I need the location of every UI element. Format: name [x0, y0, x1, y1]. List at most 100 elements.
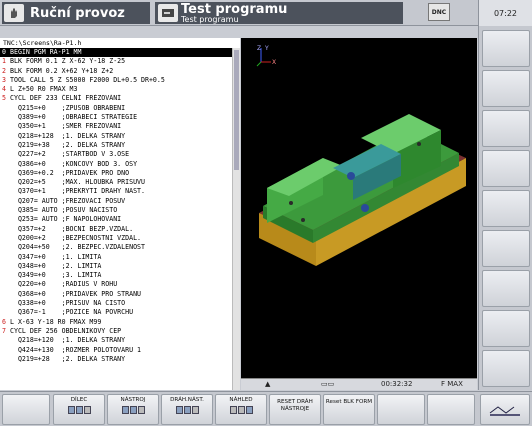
side-softkey-5[interactable] [482, 190, 530, 227]
scrollbar-thumb[interactable] [234, 50, 239, 170]
program-line[interactable]: Q367=-1 ;POZICE NA POVRCHU [0, 308, 232, 317]
line-code: TOOL CALL 5 Z S5000 F2000 DL+0.5 DR+0.5 [10, 75, 165, 84]
program-line[interactable]: Q386=+0 ;KONCOVY BOD 3. OSY [0, 160, 232, 169]
program-line[interactable]: 2 BLK FORM 0.2 X+62 Y+18 Z+2 [0, 67, 232, 76]
softkey-bar: DÍLEC NÁSTROJ DRÁH.NÁST. NÁHLED RESET DR… [0, 391, 532, 426]
side-softkey-7[interactable] [482, 270, 530, 307]
line-code: Q367=-1 ;POZICE NA POVRCHU [10, 308, 134, 317]
line-code: Q204=+50 ;2. BEZPEC.VZDALENOST [10, 243, 145, 252]
program-line[interactable]: Q338=+0 ;PRISUV NA CISTO [0, 299, 232, 308]
softkey-reset-drah-label: RESET DRÁH NÁSTROJE [277, 399, 313, 412]
program-line[interactable]: Q357=+2 ;BOCNI BEZP.VZDAL. [0, 225, 232, 234]
side-softkey-6[interactable] [482, 230, 530, 267]
line-code: CYCL DEF 256 OBDELNIKOVY CEP [10, 326, 122, 335]
side-softkey-3[interactable] [482, 110, 530, 147]
preview-icon [216, 406, 266, 414]
program-line[interactable]: Q220=+0 ;RADIUS V ROHU [0, 280, 232, 289]
line-number: 1 [2, 57, 6, 66]
side-softkey-8[interactable] [482, 310, 530, 347]
line-code: Q369=+0.2 ;PRIDAVEK PRO DNO [10, 168, 130, 177]
program-line[interactable]: 6 L X-63 Y-18 R0 FMAX M99 [0, 318, 232, 327]
program-line[interactable]: Q219=+38 ;2. DELKA STRANY [0, 141, 232, 150]
program-line[interactable]: Q202=+5 ;MAX. HLOUBKA PRISUVU [0, 178, 232, 187]
view-icon: ▲ [265, 380, 271, 388]
program-line[interactable]: Q227=+2 ;STARTBOD V 3.OSE [0, 150, 232, 159]
program-line[interactable]: 1 BLK FORM 0.1 Z X-62 Y-18 Z-25 [0, 57, 232, 66]
mode-manual[interactable]: Ruční provoz [2, 2, 150, 24]
clock: 07:22 [478, 0, 532, 26]
program-line[interactable]: Q348=+0 ;2. LIMITA [0, 262, 232, 271]
program-line[interactable]: Q200=+2 ;BEZPECNOSTNI VZDAL. [0, 234, 232, 243]
line-code: Q349=+0 ;3. LIMITA [10, 271, 102, 280]
program-line[interactable]: Q219=+28 ;2. DELKA STRANY [0, 355, 232, 364]
line-code: Q253= AUTO ;F NAPOLOHOVANI [10, 215, 122, 224]
line-code: Q368=+0 ;PRIDAVEK PRO STRANU [10, 289, 142, 298]
workpiece-3d [259, 114, 466, 266]
line-code: Q219=+28 ;2. DELKA STRANY [10, 354, 126, 363]
line-code: Q219=+38 ;2. DELKA STRANY [10, 140, 126, 149]
line-code: Q350=+1 ;SMER FREZOVANI [10, 122, 122, 131]
program-line[interactable]: Q215=+0 ;ZPUSOB OBRABENI [0, 104, 232, 113]
mode-test[interactable]: Test programu Test programu [155, 2, 403, 24]
softkey-dilec-label: DÍLEC [70, 397, 88, 403]
line-code: Q347=+0 ;1. LIMITA [10, 252, 102, 261]
softkey-reset-blk[interactable]: Reset BLK FORM [323, 394, 375, 425]
softkey-empty-1[interactable] [2, 394, 50, 425]
softkey-switch-row[interactable] [480, 394, 530, 425]
program-listing[interactable]: 0 BEGIN PGM RA-P1 MM 1 BLK FORM 0.1 Z X-62 … [0, 48, 232, 390]
line-code: Q218=+120 ;1. DELKA STRANY [10, 336, 126, 345]
program-line[interactable]: Q368=+0 ;PRIDAVEK PRO STRANU [0, 290, 232, 299]
line-code: L Z+50 R0 FMAX M3 [10, 85, 78, 94]
svg-text:X: X [272, 59, 276, 66]
program-line[interactable]: 3 TOOL CALL 5 Z S5000 F2000 DL+0.5 DR+0.5 [0, 76, 232, 85]
program-line[interactable]: Q424=+130 ;ROZMER POLOTOVARU 1 [0, 346, 232, 355]
softkey-empty-8[interactable] [427, 394, 475, 425]
svg-text:Z: Z [257, 45, 261, 52]
softkey-nahled[interactable]: NÁHLED [215, 394, 267, 425]
side-softkey-1[interactable] [482, 30, 530, 67]
program-line[interactable]: Q207= AUTO ;FREZOVACI POSUV [0, 197, 232, 206]
program-line[interactable]: Q347=+0 ;1. LIMITA [0, 253, 232, 262]
tool-icon [108, 406, 158, 414]
program-line[interactable]: Q389=+0 ;OBRABECI STRATEGIE [0, 113, 232, 122]
line-code: CYCL DEF 233 ČELNÍ FRÉZOVÁNÍ [10, 94, 122, 103]
softkey-reset-drah[interactable]: RESET DRÁH NÁSTROJE [269, 394, 321, 425]
line-code: Q370=+1 ;PREKRYTI DRAHY NAST. [10, 187, 145, 196]
program-line[interactable]: 7 CYCL DEF 256 OBDELNIKOVY CEP [0, 327, 232, 336]
graphics-view[interactable]: Z Y X [241, 38, 477, 378]
vertical-softkeys [478, 26, 532, 390]
line-number: 4 [2, 85, 6, 94]
program-line[interactable]: Q370=+1 ;PREKRYTI DRAHY NAST. [0, 187, 232, 196]
program-line[interactable]: 5 CYCL DEF 233 ČELNÍ FRÉZOVÁNÍ [0, 94, 232, 103]
program-line[interactable]: Q385= AUTO ;POSUV NACISTO [0, 206, 232, 215]
line-number: 5 [2, 94, 6, 103]
program-line[interactable]: Q204=+50 ;2. BEZPEC.VZDALENOST [0, 243, 232, 252]
line-code: Q220=+0 ;RADIUS V ROHU [10, 280, 118, 289]
program-line[interactable]: Q218=+128 ;1. DELKA STRANY [0, 132, 232, 141]
line-code: Q357=+2 ;BOCNI BEZP.VZDAL. [10, 224, 134, 233]
program-scrollbar[interactable] [232, 48, 240, 390]
toolpath-icon [162, 406, 212, 414]
app-window: Ruční provoz Test programu Test programu… [0, 0, 532, 426]
program-line[interactable]: Q369=+0.2 ;PRIDAVEK PRO DNO [0, 169, 232, 178]
softkey-dilec[interactable]: DÍLEC [53, 394, 105, 425]
line-code: Q207= AUTO ;FREZOVACI POSUV [10, 196, 126, 205]
side-softkey-9[interactable] [482, 350, 530, 387]
softkey-empty-7[interactable] [377, 394, 425, 425]
program-line[interactable]: Q349=+0 ;3. LIMITA [0, 271, 232, 280]
dnc-icon[interactable]: DNC [428, 3, 450, 21]
program-line[interactable]: 4 L Z+50 R0 FMAX M3 [0, 85, 232, 94]
side-softkey-2[interactable] [482, 70, 530, 107]
softkey-nastroj[interactable]: NÁSTROJ [107, 394, 159, 425]
program-line[interactable]: Q350=+1 ;SMER FREZOVANI [0, 122, 232, 131]
side-softkey-4[interactable] [482, 150, 530, 187]
program-line[interactable]: 0 BEGIN PGM RA-P1 MM [0, 48, 232, 58]
program-path: TNC:\Screens\Ra-P1.h [0, 38, 240, 48]
line-code: BEGIN PGM RA-P1 MM [10, 48, 82, 56]
program-line[interactable]: Q253= AUTO ;F NAPOLOHOVANI [0, 215, 232, 224]
softkey-drah-nast[interactable]: DRÁH.NÁST. [161, 394, 213, 425]
program-line[interactable]: Q218=+120 ;1. DELKA STRANY [0, 336, 232, 345]
test-icon [158, 4, 178, 22]
softkey-drah-nast-label: DRÁH.NÁST. [170, 397, 204, 403]
line-number: 6 [2, 317, 6, 326]
